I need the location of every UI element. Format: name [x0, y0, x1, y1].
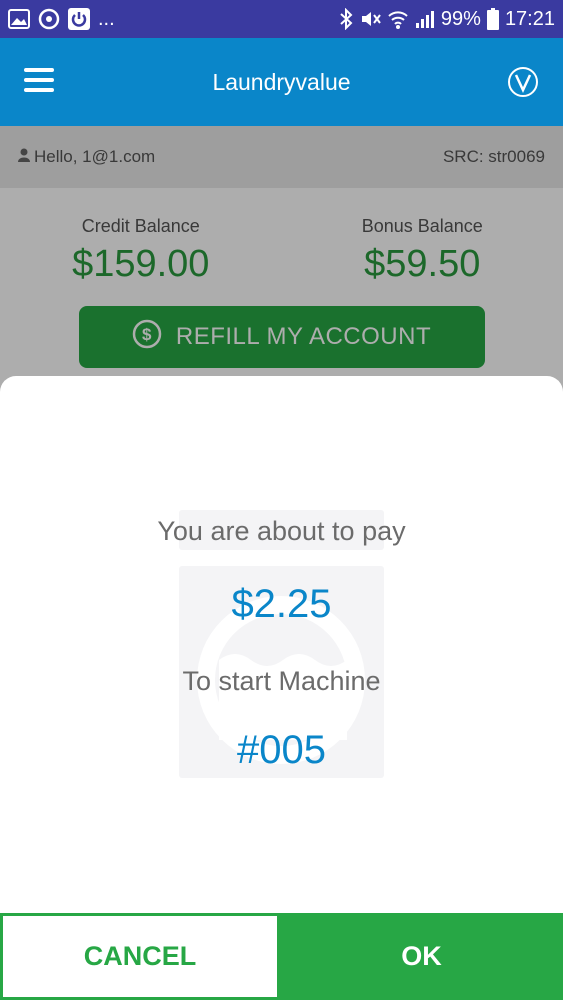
- payment-dialog: You are about to pay $2.25 To start Mach…: [0, 376, 563, 1000]
- battery-percent: 99%: [440, 7, 481, 30]
- wifi-icon: [387, 8, 409, 30]
- mute-icon: [359, 8, 381, 30]
- cancel-button[interactable]: CANCEL: [0, 913, 280, 1000]
- app-bar: Laundryvalue: [0, 38, 563, 126]
- payment-amount: $2.25: [231, 582, 332, 626]
- ok-button[interactable]: OK: [280, 913, 563, 1000]
- battery-icon: [486, 8, 499, 30]
- app-title: Laundryvalue: [212, 68, 351, 95]
- start-machine-label: To start Machine: [182, 666, 381, 696]
- pay-label: You are about to pay: [157, 516, 406, 546]
- sync-notification-icon: [38, 8, 60, 30]
- image-notification-icon: [8, 9, 30, 29]
- clock: 17:21: [504, 7, 555, 30]
- power-notification-icon: [68, 8, 90, 30]
- status-bar: ... 99% 17:21: [0, 0, 563, 38]
- signal-icon: [415, 9, 435, 29]
- bluetooth-icon: [339, 8, 353, 30]
- menu-icon[interactable]: [24, 68, 54, 92]
- dialog-buttons: CANCEL OK: [0, 913, 563, 1000]
- machine-number: #005: [237, 728, 326, 772]
- v-logo-icon[interactable]: [507, 66, 539, 98]
- more-notifications: ...: [98, 7, 115, 30]
